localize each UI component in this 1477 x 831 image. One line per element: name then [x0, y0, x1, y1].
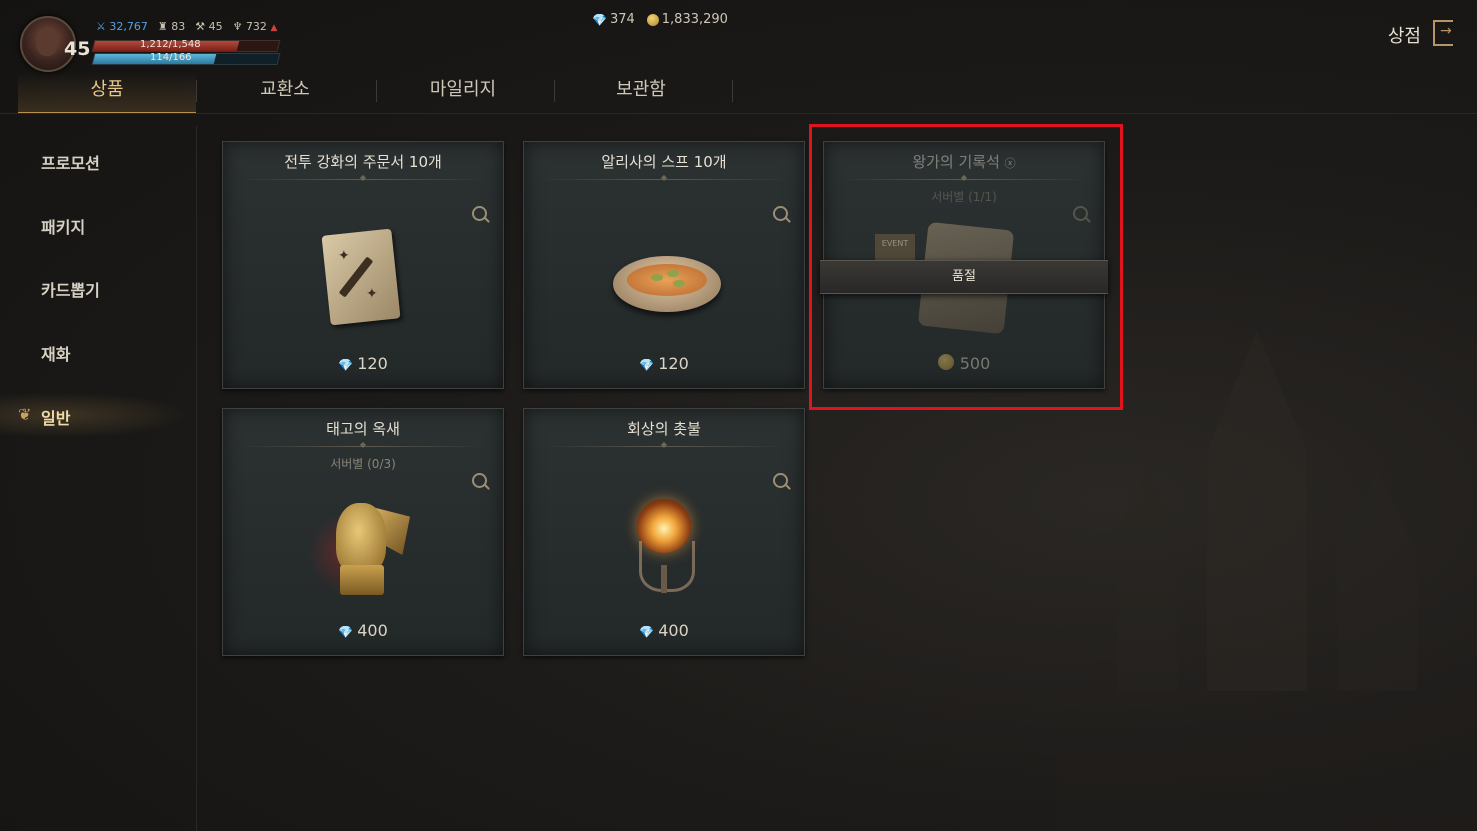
gem-icon: 💎 [338, 358, 354, 372]
tab-divider [732, 80, 733, 102]
mp-text: 114/166 [150, 52, 192, 63]
ornament-divider [239, 179, 487, 180]
scroll-item-image: ✦ ✦ [308, 226, 418, 336]
product-name: 전투 강화의 주문서 10개 [284, 153, 442, 171]
combat-power: ⚔ 32,767 [96, 20, 148, 33]
zoom-icon[interactable] [472, 473, 487, 488]
sidebar-item-package[interactable]: 패키지 [41, 214, 85, 238]
header-divider [0, 113, 1477, 114]
player-level: 45 [64, 38, 91, 60]
product-name: 태고의 옥새 [326, 420, 400, 438]
selected-marker-icon: ❦ [18, 405, 32, 424]
soup-item-image [609, 226, 721, 336]
sidebar-item-general[interactable]: 일반 [41, 405, 70, 429]
tab-exchange[interactable]: 교환소 [196, 72, 374, 112]
dragon-seal-item-image [308, 493, 418, 603]
purchase-limit: 서버별 (0/3) [330, 457, 396, 471]
tab-divider [554, 80, 555, 102]
product-card[interactable]: 알리사의 스프 10개 💎120 [523, 141, 805, 389]
product-name: 회상의 촛불 [627, 420, 701, 438]
gold-currency: 1,833,290 [646, 12, 728, 27]
tab-storage[interactable]: 보관함 [552, 72, 730, 112]
zoom-icon[interactable] [773, 206, 788, 221]
currency-display: 💎 374 1,833,290 [592, 12, 728, 27]
product-card[interactable]: 회상의 촛불 💎400 [523, 408, 805, 656]
product-price: 💎 400 [639, 621, 689, 640]
shop-title: 상점 [1387, 26, 1421, 47]
ornament-divider [540, 446, 788, 447]
product-name: 알리사의 스프 10개 [601, 153, 727, 171]
highlight-box [809, 124, 1123, 410]
stat-b: ⚒ 45 [195, 20, 223, 33]
gem-currency: 💎 374 [592, 12, 635, 27]
sidebar-item-promotion[interactable]: 프로모션 [41, 150, 100, 174]
zoom-icon[interactable] [773, 473, 788, 488]
zoom-icon[interactable] [472, 206, 487, 221]
gem-icon: 💎 [639, 625, 655, 639]
ornament-divider [239, 446, 487, 447]
tab-products[interactable]: 상품 [18, 72, 196, 114]
candle-orb-item-image [609, 493, 719, 603]
product-price: 💎 120 [338, 354, 388, 373]
product-price: 💎 400 [338, 621, 388, 640]
hp-text: 1,212/1,548 [140, 39, 201, 50]
tab-divider [376, 80, 377, 102]
exit-icon[interactable] [1433, 20, 1453, 46]
product-card[interactable]: 태고의 옥새 서버별 (0/3) 💎400 [222, 408, 504, 656]
product-price: 💎 120 [639, 354, 689, 373]
up-arrow-icon: ▲ [270, 23, 278, 33]
sidebar-item-currency[interactable]: 재화 [41, 341, 70, 365]
gold-coin-icon [646, 13, 659, 26]
product-card[interactable]: 전투 강화의 주문서 10개 ✦ ✦ 💎120 [222, 141, 504, 389]
gem-icon: 💎 [592, 12, 607, 27]
player-stats: ⚔ 32,767 ♜ 83 ⚒ 45 ♆ 732 ▲ [96, 20, 277, 33]
sidebar-item-card-draw[interactable]: 카드뽑기 [41, 277, 100, 301]
category-sidebar: 프로모션 패키지 카드뽑기 재화 ❦ 일반 [0, 126, 197, 831]
stat-a: ♜ 83 [157, 20, 186, 33]
tab-divider [196, 80, 197, 102]
stat-c: ♆ 732 ▲ [232, 20, 278, 33]
ornament-divider [540, 179, 788, 180]
gem-icon: 💎 [639, 358, 655, 372]
tab-mileage[interactable]: 마일리지 [374, 72, 552, 112]
shop-tabs: 상품 교환소 마일리지 보관함 [18, 72, 730, 114]
gem-icon: 💎 [338, 625, 354, 639]
